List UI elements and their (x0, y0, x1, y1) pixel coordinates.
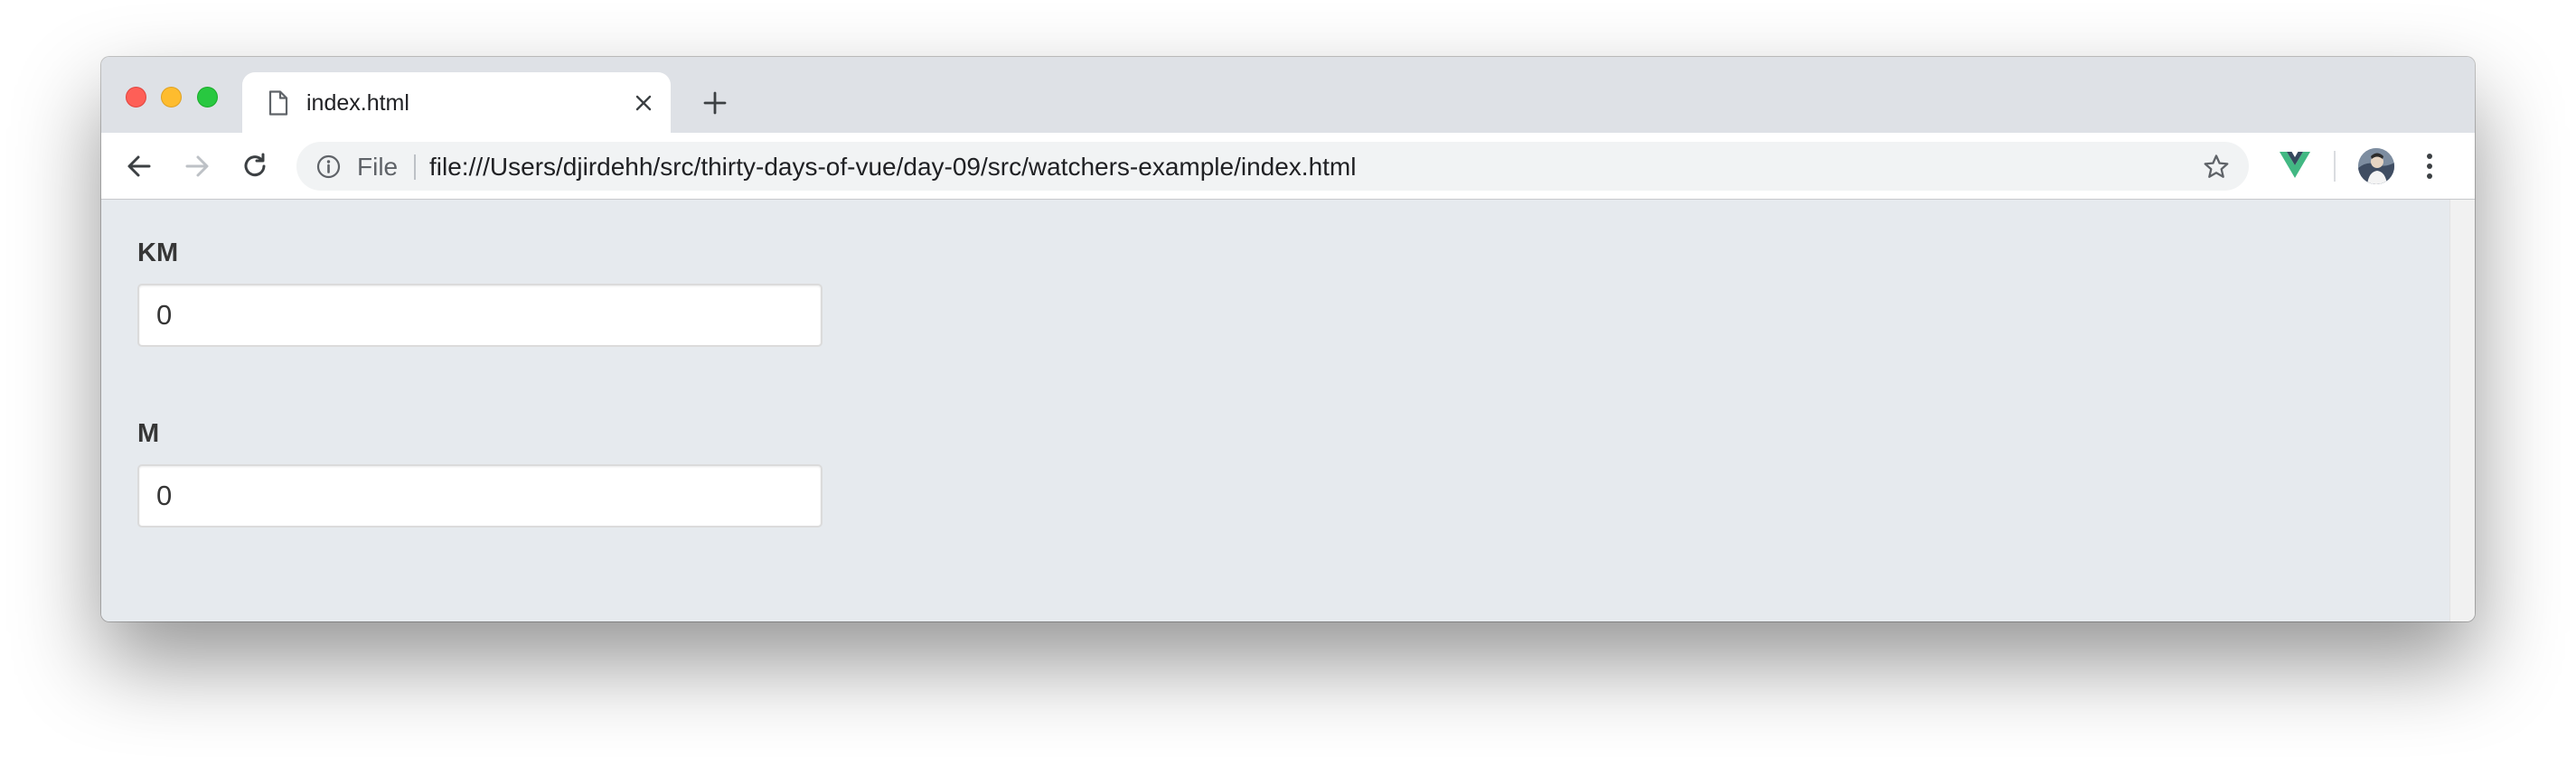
star-icon[interactable] (2202, 153, 2231, 182)
toolbar-divider (2334, 151, 2336, 182)
address-divider (414, 154, 416, 180)
page-content: KM M (101, 200, 2449, 621)
vue-devtools-icon[interactable] (2279, 149, 2311, 180)
file-icon (268, 90, 288, 116)
new-tab-plus-icon[interactable] (701, 89, 729, 117)
tab-title: index.html (306, 90, 409, 116)
profile-avatar-icon (2358, 148, 2394, 184)
tab-index-html[interactable]: index.html (242, 72, 671, 133)
url-text[interactable]: file:///Users/djirdehh/src/thirty-days-o… (429, 154, 1356, 181)
avatar[interactable] (2358, 148, 2394, 184)
browser-window: index.html File file:///Users/djirdehh/s… (101, 57, 2475, 621)
tab-strip: index.html (101, 57, 2475, 133)
window-minimize-button[interactable] (161, 87, 182, 107)
arrow-left-icon[interactable] (123, 150, 155, 182)
window-maximize-button[interactable] (197, 87, 218, 107)
security-chip-label: File (357, 153, 399, 181)
scrollbar[interactable] (2449, 200, 2475, 621)
browser-toolbar: File file:///Users/djirdehh/src/thirty-d… (101, 133, 2475, 200)
m-input[interactable] (137, 464, 823, 528)
window-close-button[interactable] (126, 87, 146, 107)
reload-icon[interactable] (239, 150, 271, 182)
m-label: M (137, 419, 160, 448)
info-icon[interactable] (316, 154, 341, 179)
km-input[interactable] (137, 284, 823, 347)
close-icon[interactable] (633, 92, 654, 114)
three-dots-menu-icon[interactable] (2425, 151, 2434, 182)
km-label: KM (137, 238, 179, 267)
arrow-right-icon[interactable] (181, 150, 213, 182)
address-bar[interactable]: File file:///Users/djirdehh/src/thirty-d… (296, 142, 2249, 191)
